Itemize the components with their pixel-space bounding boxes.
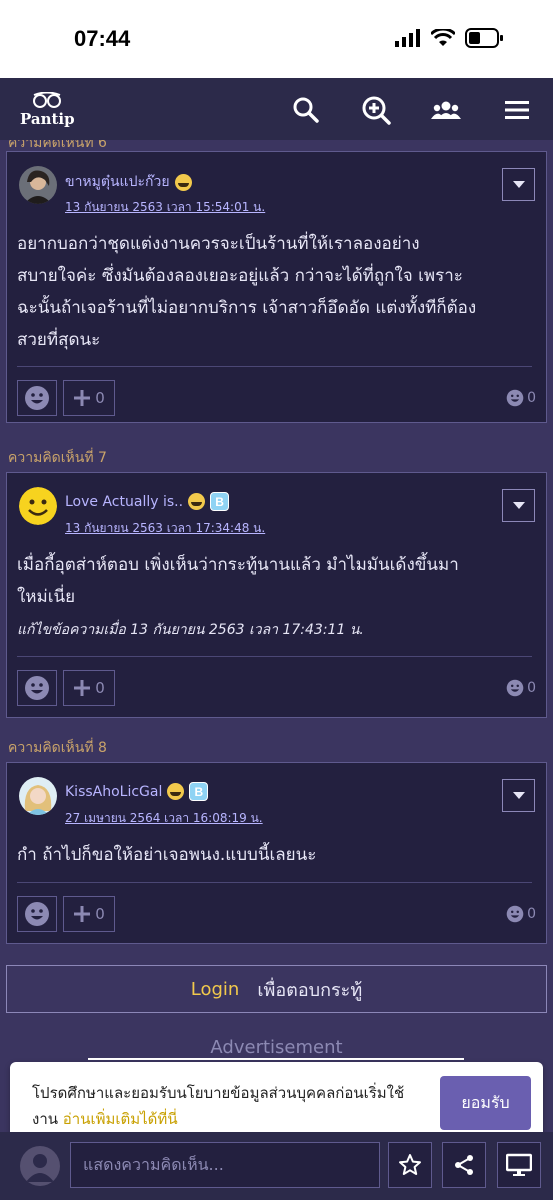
- comment-timestamp[interactable]: 13 กันยายน 2563 เวลา 17:34:48 น.: [65, 519, 265, 538]
- blogger-badge: B: [189, 782, 209, 801]
- search-icon[interactable]: [291, 95, 321, 125]
- chevron-down-icon: [512, 791, 525, 799]
- plus-count: 0: [95, 679, 105, 697]
- comment-body-line: สบายใจค่ะ ซึ่งมันต้องลองเยอะอยู่แล้ว กว่…: [17, 266, 463, 286]
- star-icon: [399, 1154, 421, 1175]
- emotion-count[interactable]: 0: [506, 389, 536, 407]
- comment-card: Love Actually is.. B 13 กันยายน 2563 เวล…: [6, 472, 547, 718]
- avatar[interactable]: [19, 166, 57, 204]
- comment-body-line: ใหม่เนี่ย: [17, 587, 76, 607]
- comment-body-line: กำ ถ้าไปก็ขอให้อย่าเจอพนง.แบบนี้เลยนะ: [17, 845, 317, 865]
- smile-icon: [506, 905, 524, 923]
- smile-icon: [25, 386, 49, 410]
- menu-icon[interactable]: [502, 95, 532, 125]
- cookie-read-more-link[interactable]: อ่านเพิ่มเติมได้ที่นี่: [63, 1110, 178, 1128]
- login-link[interactable]: Login: [191, 979, 240, 1000]
- comment-card: KissAhoLicGal B 27 เมษายน 2564 เวลา 16:0…: [6, 762, 547, 944]
- username-text: KissAhoLicGal: [65, 783, 163, 800]
- community-icon[interactable]: [431, 95, 461, 125]
- plus-count: 0: [95, 389, 105, 407]
- comment-timestamp[interactable]: 13 กันยายน 2563 เวลา 15:54:01 น.: [65, 198, 265, 217]
- comment-options-dropdown[interactable]: [502, 779, 535, 812]
- comment-input[interactable]: แสดงความคิดเห็น...: [70, 1142, 380, 1188]
- favorite-button[interactable]: [388, 1142, 432, 1188]
- smile-icon: [506, 389, 524, 407]
- username[interactable]: Love Actually is.. B: [65, 492, 230, 511]
- emoticon-icon: [167, 783, 185, 800]
- emoticon-icon: [188, 493, 206, 510]
- comment-timestamp[interactable]: 27 เมษายน 2564 เวลา 16:08:19 น.: [65, 809, 263, 828]
- divider: [17, 656, 532, 657]
- blogger-badge: B: [210, 492, 230, 511]
- username-text: Love Actually is..: [65, 493, 184, 510]
- username[interactable]: ขาหมูตุ๋นแปะก๊วย: [65, 171, 192, 193]
- login-reply-text: เพื่อตอบกระทู้: [257, 979, 363, 1001]
- share-icon: [455, 1155, 473, 1175]
- top-navbar: Pantip: [0, 78, 553, 140]
- comment-body-line: อยากบอกว่าชุดแต่งงานควรจะเป็นร้านที่ให้เ…: [17, 234, 420, 254]
- avatar[interactable]: [19, 487, 57, 525]
- avatar[interactable]: [19, 777, 57, 815]
- emotion-button[interactable]: [17, 670, 57, 706]
- cookie-message: โปรดศึกษาและยอมรับนโยบายข้อมูลส่วนบุคคลก…: [32, 1080, 412, 1132]
- login-to-reply-button[interactable]: Login เพื่อตอบกระทู้: [6, 965, 547, 1013]
- username[interactable]: KissAhoLicGal B: [65, 782, 209, 801]
- user-avatar-icon[interactable]: [20, 1146, 60, 1186]
- divider: [17, 882, 532, 883]
- wifi-icon: [431, 29, 455, 46]
- plus-icon: [74, 680, 91, 696]
- comment-number-label: ความคิดเห็นที่ 8: [8, 740, 107, 756]
- plus-icon: [74, 906, 91, 922]
- smile-icon: [25, 902, 49, 926]
- emotion-count-value: 0: [527, 390, 536, 406]
- clock: 07:44: [74, 26, 131, 51]
- emoticon-icon: [174, 173, 192, 191]
- comment-body-line: สวยที่สุดนะ: [17, 330, 101, 350]
- desktop-view-button[interactable]: [497, 1142, 541, 1188]
- smile-icon: [25, 676, 49, 700]
- comment-body: อยากบอกว่าชุดแต่งงานควรจะเป็นร้านที่ให้เ…: [17, 228, 532, 356]
- comment-body-line: ฉะนั้นถ้าเจอร้านที่ไม่อยากบริการ เจ้าสาว…: [17, 298, 477, 318]
- status-icons: [395, 28, 503, 48]
- comment-card: ขาหมูตุ๋นแปะก๊วย 13 กันยายน 2563 เวลา 15…: [6, 151, 547, 423]
- emotion-button[interactable]: [17, 896, 57, 932]
- bottom-comment-bar: แสดงความคิดเห็น...: [0, 1132, 553, 1200]
- new-topic-search-icon[interactable]: [361, 95, 391, 125]
- plus-count: 0: [95, 905, 105, 923]
- emotion-count-value: 0: [527, 906, 536, 922]
- comment-number-label: ความคิดเห็นที่ 7: [8, 450, 107, 466]
- edit-note: แก้ไขข้อความเมื่อ 13 กันยายน 2563 เวลา 1…: [17, 622, 364, 638]
- comment-body-line: เมื่อกี้อุตส่าห์ตอบ เพิ่งเห็นว่ากระทู้นา…: [17, 555, 459, 575]
- logo-mark-icon: [33, 92, 61, 108]
- advertisement-label: Advertisement: [210, 1037, 343, 1058]
- logo-text: Pantip: [20, 110, 75, 128]
- chevron-down-icon: [512, 180, 525, 188]
- emotion-count[interactable]: 0: [506, 679, 536, 697]
- emotion-count[interactable]: 0: [506, 905, 536, 923]
- plus-vote-button[interactable]: 0: [63, 380, 115, 416]
- comment-body: กำ ถ้าไปก็ขอให้อย่าเจอพนง.แบบนี้เลยนะ: [17, 839, 532, 871]
- smile-icon: [506, 679, 524, 697]
- monitor-icon: [506, 1153, 532, 1176]
- pantip-logo[interactable]: Pantip: [20, 92, 80, 128]
- chevron-down-icon: [512, 501, 525, 509]
- emotion-button[interactable]: [17, 380, 57, 416]
- comment-body: เมื่อกี้อุตส่าห์ตอบ เพิ่งเห็นว่ากระทู้นา…: [17, 549, 532, 613]
- accept-button[interactable]: ยอมรับ: [440, 1076, 531, 1130]
- comment-list: ความคิดเห็นที่ 6 ขาหมูตุ๋นแปะก๊วย 13 กัน…: [0, 140, 553, 1060]
- username-text: ขาหมูตุ๋นแปะก๊วย: [65, 174, 170, 190]
- comment-options-dropdown[interactable]: [502, 168, 535, 201]
- divider: [17, 366, 532, 367]
- status-bar: 07:44: [0, 0, 553, 78]
- emotion-count-value: 0: [527, 680, 536, 696]
- battery-icon: [465, 28, 503, 48]
- advertisement-slot[interactable]: [88, 1058, 464, 1060]
- comment-options-dropdown[interactable]: [502, 489, 535, 522]
- plus-vote-button[interactable]: 0: [63, 896, 115, 932]
- plus-icon: [74, 390, 91, 406]
- signal-icon: [395, 29, 420, 47]
- share-button[interactable]: [442, 1142, 486, 1188]
- plus-vote-button[interactable]: 0: [63, 670, 115, 706]
